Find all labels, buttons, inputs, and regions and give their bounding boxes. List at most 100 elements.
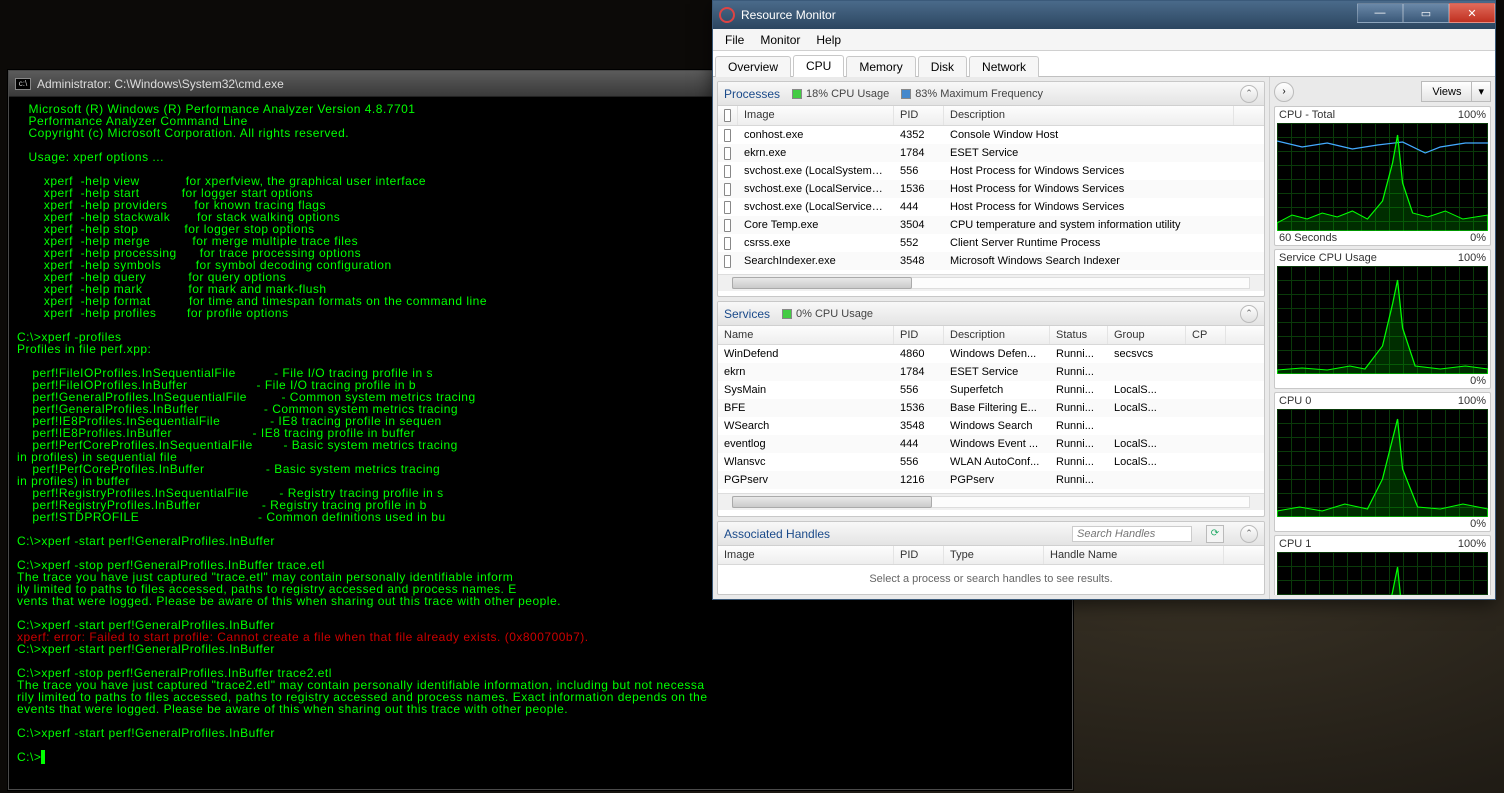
minimize-button[interactable]: —: [1357, 3, 1403, 23]
select-all-checkbox[interactable]: [718, 106, 738, 125]
table-row[interactable]: Wlansvc556WLAN AutoConf...Runni...LocalS…: [718, 453, 1264, 471]
handles-panel: Associated Handles ⟳ ⌃ Image PID Type Ha…: [717, 521, 1265, 595]
svc-cpu-label: 0% CPU Usage: [796, 308, 873, 320]
table-row[interactable]: WinDefend4860Windows Defen...Runni...sec…: [718, 345, 1264, 363]
max-freq-label: 83% Maximum Frequency: [915, 88, 1043, 100]
handles-placeholder: Select a process or search handles to se…: [718, 565, 1264, 593]
table-row[interactable]: Core Temp.exe3504CPU temperature and sys…: [718, 216, 1264, 234]
graph-label: Service CPU Usage: [1279, 252, 1377, 264]
table-row[interactable]: ekrn1784ESET ServiceRunni...: [718, 363, 1264, 381]
views-label: Views: [1422, 83, 1471, 101]
table-row[interactable]: SearchIndexer.exe3548Microsoft Windows S…: [718, 252, 1264, 270]
tab-memory[interactable]: Memory: [846, 56, 915, 77]
cmd-icon: c:\: [15, 78, 31, 90]
col-pid[interactable]: PID: [894, 106, 944, 125]
graph-foot-right: 0%: [1470, 518, 1486, 530]
h-scrollbar[interactable]: [718, 274, 1264, 291]
services-list: WinDefend4860Windows Defen...Runni...sec…: [718, 345, 1264, 493]
collapse-button[interactable]: ⌃: [1240, 525, 1258, 543]
table-row[interactable]: svchost.exe (LocalServiceNet...444Host P…: [718, 198, 1264, 216]
table-row[interactable]: svchost.exe (LocalServiceNo...1536Host P…: [718, 180, 1264, 198]
tab-cpu[interactable]: CPU: [793, 55, 844, 77]
graph-foot-right: 0%: [1470, 375, 1486, 387]
processes-panel: Processes 18% CPU Usage 83% Maximum Freq…: [717, 81, 1265, 297]
graph-label: CPU - Total: [1279, 109, 1335, 121]
graph-max: 100%: [1458, 252, 1486, 264]
graph-max: 100%: [1458, 538, 1486, 550]
col-pid[interactable]: PID: [894, 326, 944, 344]
h-scrollbar[interactable]: [718, 493, 1264, 510]
table-row[interactable]: ekrn.exe1784ESET Service: [718, 144, 1264, 162]
table-row[interactable]: eventlog444Windows Event ...Runni...Loca…: [718, 435, 1264, 453]
processes-list: conhost.exe4352Console Window Hostekrn.e…: [718, 126, 1264, 274]
col-group[interactable]: Group: [1108, 326, 1186, 344]
graph-foot-left: 60 Seconds: [1279, 232, 1337, 244]
col-handle-name[interactable]: Handle Name: [1044, 546, 1224, 564]
row-checkbox[interactable]: [718, 146, 738, 161]
row-checkbox[interactable]: [718, 200, 738, 215]
services-header: Name PID Description Status Group CP: [718, 326, 1264, 345]
col-desc[interactable]: Description: [944, 326, 1050, 344]
table-row[interactable]: svchost.exe (LocalSystemNet...556Host Pr…: [718, 162, 1264, 180]
table-row[interactable]: BFE1536Base Filtering E...Runni...LocalS…: [718, 399, 1264, 417]
table-row[interactable]: WSearch3548Windows SearchRunni...: [718, 417, 1264, 435]
col-type[interactable]: Type: [944, 546, 1044, 564]
menu-help[interactable]: Help: [808, 31, 849, 49]
cpu-usage-icon: [792, 89, 802, 99]
collapse-button[interactable]: ⌃: [1240, 85, 1258, 103]
menubar: File Monitor Help: [713, 29, 1495, 51]
services-title: Services: [724, 307, 770, 321]
refresh-icon[interactable]: ⟳: [1206, 525, 1224, 543]
services-panel: Services 0% CPU Usage ⌃ Name PID Descrip…: [717, 301, 1265, 517]
menu-file[interactable]: File: [717, 31, 752, 49]
handles-title: Associated Handles: [724, 527, 830, 541]
graph-cpu-total: CPU - Total100%60 Seconds0%: [1274, 106, 1491, 246]
tab-overview[interactable]: Overview: [715, 56, 791, 77]
col-image[interactable]: Image: [738, 106, 894, 125]
tab-network[interactable]: Network: [969, 56, 1039, 77]
table-row[interactable]: csrss.exe552Client Server Runtime Proces…: [718, 234, 1264, 252]
views-bar: › Views ▾: [1274, 81, 1491, 102]
table-row[interactable]: conhost.exe4352Console Window Host: [718, 126, 1264, 144]
processes-header: Image PID Description: [718, 106, 1264, 126]
cpu-usage-label: 18% CPU Usage: [806, 88, 889, 100]
handles-header: Image PID Type Handle Name: [718, 546, 1264, 565]
row-checkbox[interactable]: [718, 236, 738, 251]
resource-monitor-window: Resource Monitor — ▭ ✕ File Monitor Help…: [712, 0, 1496, 600]
collapse-button[interactable]: ⌃: [1240, 305, 1258, 323]
cmd-title: Administrator: C:\Windows\System32\cmd.e…: [37, 77, 284, 91]
col-desc[interactable]: Description: [944, 106, 1234, 125]
graph-max: 100%: [1458, 395, 1486, 407]
col-pid[interactable]: PID: [894, 546, 944, 564]
table-row[interactable]: SysMain556SuperfetchRunni...LocalS...: [718, 381, 1264, 399]
col-image[interactable]: Image: [718, 546, 894, 564]
svc-cpu-icon: [782, 309, 792, 319]
views-dropdown[interactable]: Views ▾: [1421, 81, 1491, 102]
row-checkbox[interactable]: [718, 254, 738, 269]
max-freq-icon: [901, 89, 911, 99]
col-cp[interactable]: CP: [1186, 326, 1226, 344]
table-row[interactable]: PGPserv1216PGPservRunni...: [718, 471, 1264, 489]
graph-label: CPU 0: [1279, 395, 1311, 407]
col-name[interactable]: Name: [718, 326, 894, 344]
tab-disk[interactable]: Disk: [918, 56, 967, 77]
row-checkbox[interactable]: [718, 128, 738, 143]
col-status[interactable]: Status: [1050, 326, 1108, 344]
row-checkbox[interactable]: [718, 182, 738, 197]
graph-service-cpu-usage: Service CPU Usage 100% 0%: [1274, 249, 1491, 389]
maximize-button[interactable]: ▭: [1403, 3, 1449, 23]
rm-title: Resource Monitor: [741, 8, 836, 22]
graph-cpu-0: CPU 0 100% 0%: [1274, 392, 1491, 532]
expand-graphs-button[interactable]: ›: [1274, 82, 1294, 102]
row-checkbox[interactable]: [718, 164, 738, 179]
close-button[interactable]: ✕: [1449, 3, 1495, 23]
processes-title: Processes: [724, 87, 780, 101]
search-handles-input[interactable]: [1072, 526, 1192, 542]
menu-monitor[interactable]: Monitor: [752, 31, 808, 49]
graph-max: 100%: [1458, 109, 1486, 121]
chevron-down-icon: ▾: [1471, 82, 1490, 101]
row-checkbox[interactable]: [718, 218, 738, 233]
graph-cpu-1: CPU 1100%: [1274, 535, 1491, 595]
tabs: Overview CPU Memory Disk Network: [713, 51, 1495, 77]
rm-titlebar[interactable]: Resource Monitor — ▭ ✕: [713, 1, 1495, 29]
